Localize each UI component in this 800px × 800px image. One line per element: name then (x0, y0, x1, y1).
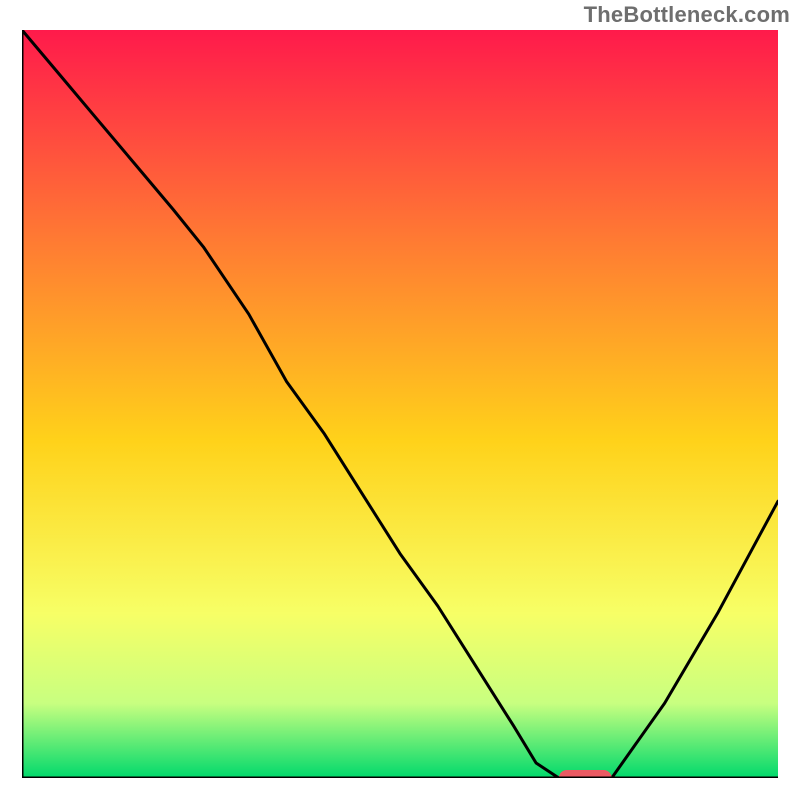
gradient-background (22, 30, 778, 778)
chart-svg (22, 30, 778, 778)
watermark-text: TheBottleneck.com (584, 2, 790, 28)
plot-area (22, 30, 778, 778)
chart-container: TheBottleneck.com (0, 0, 800, 800)
